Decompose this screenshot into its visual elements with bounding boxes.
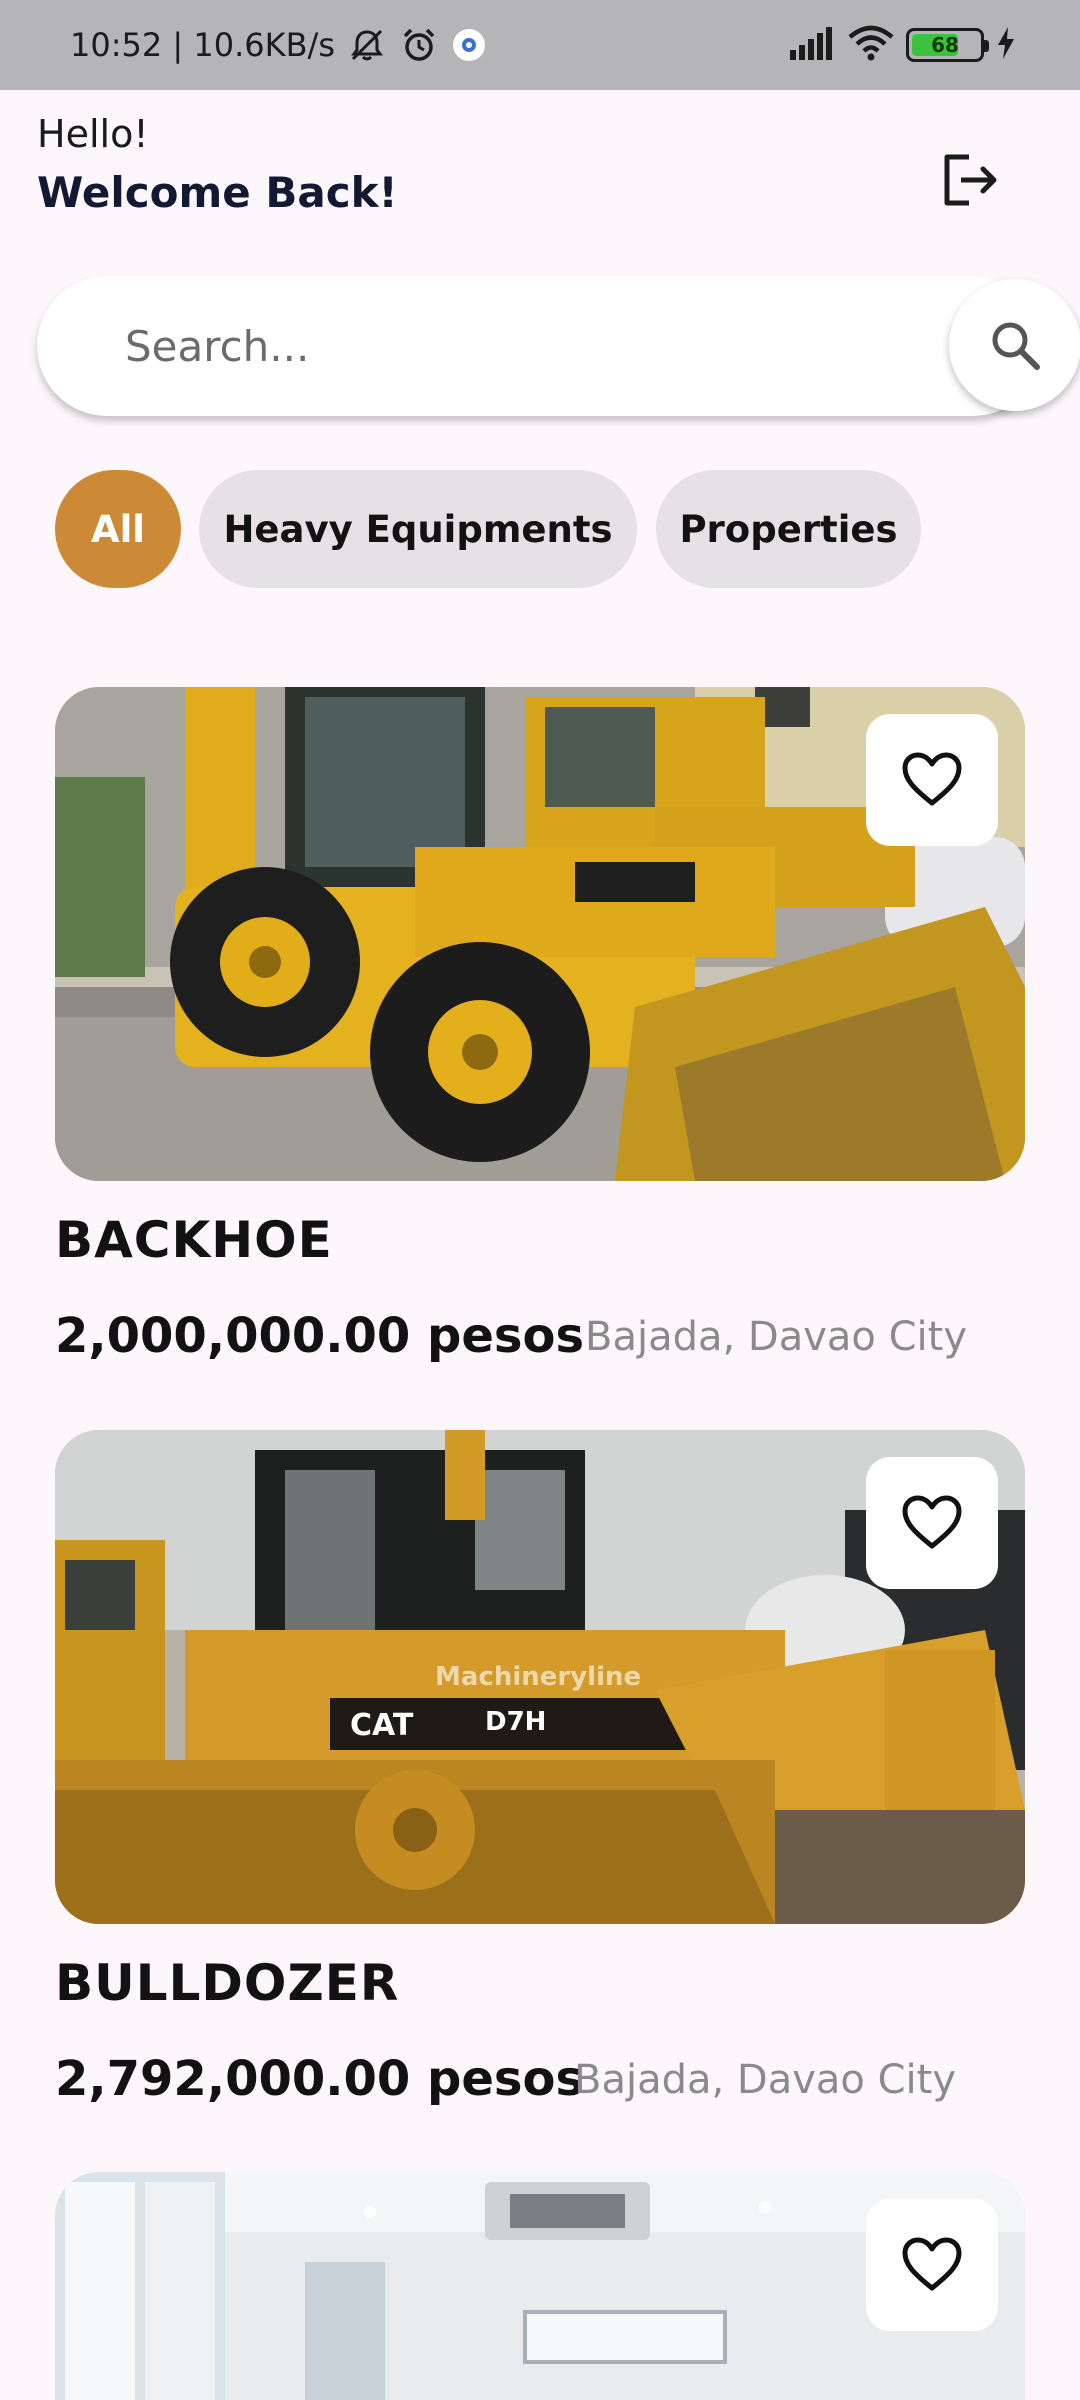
battery-icon: 68 (906, 28, 989, 62)
category-chip-properties[interactable]: Properties (656, 470, 921, 588)
favorite-button-bulldozer[interactable] (866, 1457, 998, 1589)
listing-location-bulldozer: Bajada, Davao City (574, 2057, 956, 2103)
logout-button[interactable] (938, 148, 1002, 212)
welcome-title: Welcome Back! (37, 168, 398, 217)
battery-cap (984, 40, 989, 52)
search-button[interactable] (949, 279, 1080, 411)
greeting-text: Hello! (37, 112, 149, 156)
battery-level: 68 (931, 33, 959, 57)
signal-icon (788, 26, 836, 64)
mute-icon (347, 25, 387, 65)
charging-icon (996, 26, 1016, 64)
image-watermark: Machineryline (435, 1662, 641, 1692)
heart-outline-icon (902, 752, 962, 806)
category-chip-all[interactable]: All (55, 470, 181, 588)
listing-price-bulldozer: 2,792,000.00 pesos (55, 2051, 585, 2107)
listing-title-backhoe: BACKHOE (55, 1211, 333, 1269)
status-right: 68 (788, 0, 1016, 90)
listing-price-backhoe: 2,000,000.00 pesos (55, 1308, 585, 1364)
category-chip-heavy-equipments[interactable]: Heavy Equipments (199, 470, 637, 588)
heart-outline-icon (902, 1495, 962, 1549)
favorite-button-backhoe[interactable] (866, 714, 998, 846)
logout-icon (944, 154, 997, 206)
search-icon (992, 322, 1040, 370)
status-left: 10:52 | 10.6KB/s (70, 0, 487, 90)
heart-outline-icon (902, 2237, 962, 2291)
listing-location-backhoe: Bajada, Davao City (585, 1314, 967, 1360)
listing-title-bulldozer: BULLDOZER (55, 1954, 400, 2012)
alarm-icon (399, 25, 439, 65)
wifi-icon (848, 25, 894, 65)
svg-text:D7H: D7H (485, 1707, 546, 1737)
svg-text:CAT: CAT (350, 1708, 414, 1743)
favorite-button-property[interactable] (866, 2199, 998, 2331)
search-bar (37, 276, 1080, 416)
search-input[interactable] (125, 276, 905, 416)
app-notification-icon (451, 27, 487, 63)
status-bar: 10:52 | 10.6KB/s 68 (0, 0, 1080, 90)
status-time: 10:52 | 10.6KB/s (70, 26, 335, 64)
